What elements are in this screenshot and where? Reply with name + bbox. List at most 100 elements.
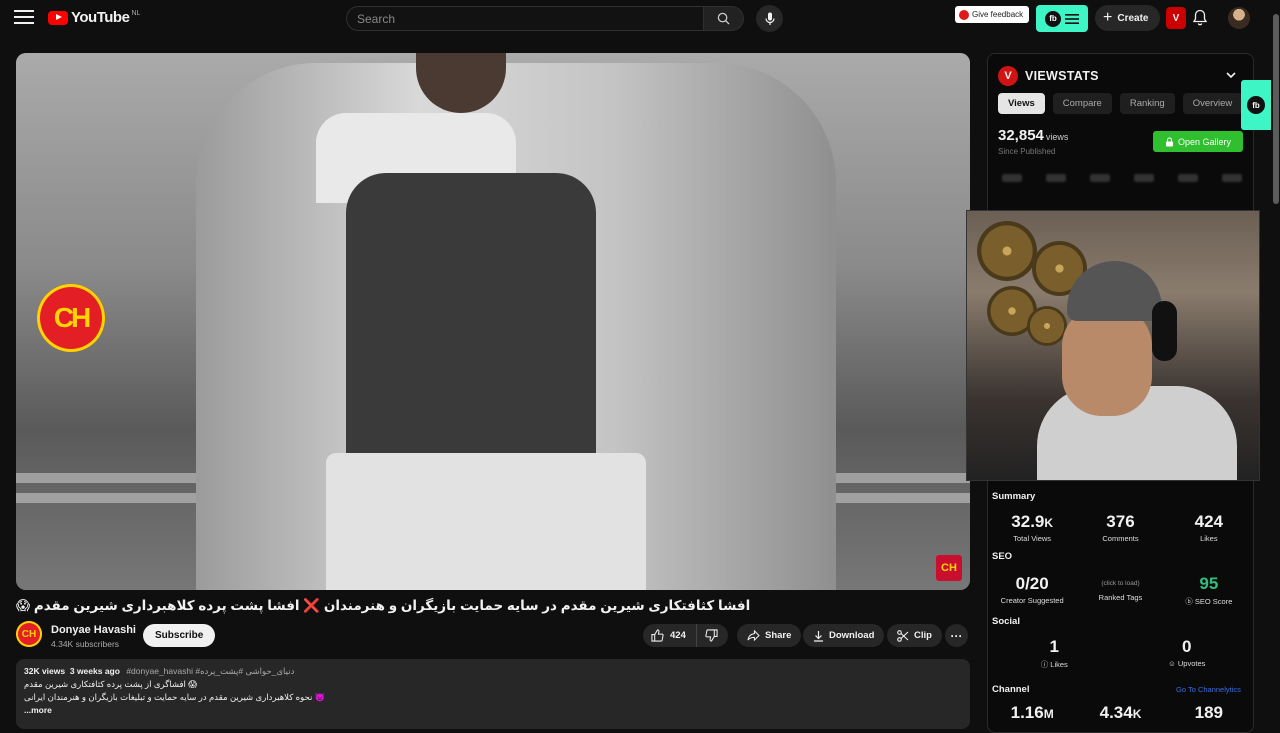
channel-name[interactable]: Donyae Havashi [51,624,136,636]
description-line-2: نحوه کلاهبرداری شیرین مقدم در سایه حمایت… [24,692,326,702]
social-likes-number: 1 [1049,637,1059,656]
share-label: Share [765,630,792,641]
region-code: NL [131,10,141,17]
channel-subs-stat: 4.34K [1076,703,1164,723]
channel-views-number: 1.16 [1010,703,1044,722]
search-bar [346,6,744,31]
channel-videos-stat: 189 [1165,703,1253,723]
description-line-1: افشاگری از پشت پرده کثافتکاری شیرین مقدم… [24,679,198,689]
create-button[interactable]: + Create [1095,5,1161,31]
viewstats-extension-button[interactable]: V [1166,7,1186,29]
since-published: Since Published [998,147,1056,156]
viewstats-title: VIEWSTATS [1025,69,1099,83]
cymbal-decor [1027,306,1067,346]
social-stats: 1 ⓘ Likes 0 ☺ Upvotes [988,637,1253,670]
channel-subs-unit: K [1132,707,1142,721]
channel-avatar[interactable]: CH [16,621,42,647]
total-views-stat: 32.9K Total Views [988,512,1076,543]
channel-watermark[interactable]: CH [936,555,962,581]
upvotes-stat: 0 ☺ Upvotes [1121,637,1254,670]
social-likes-label: ⓘ Likes [1040,660,1068,669]
share-icon [747,630,760,641]
download-button[interactable]: Download [803,624,885,647]
open-gallery-label: Open Gallery [1177,136,1232,147]
video-player[interactable]: CH CH [16,53,970,590]
video-frame-vest [346,173,596,473]
viewstats-logo-icon: V [998,66,1018,86]
video-frame-skirt [326,453,646,590]
upload-age: 3 weeks ago [69,666,120,676]
seo-score-stat: 95 ⓑ SEO Score [1165,574,1253,607]
comments-label: Comments [1102,534,1139,543]
chevron-down-icon[interactable] [1226,70,1236,80]
blurred-chart-axis [1002,174,1242,188]
fb-small-icon: ⓑ [1185,597,1195,606]
download-label: Download [829,630,875,641]
viewstats-view-count: 32,854 views [998,127,1068,144]
channel-views-unit: M [1043,707,1054,721]
channel-views-stat: 1.16M [988,703,1076,723]
like-button[interactable]: 424 [643,624,697,647]
create-label: Create [1117,12,1149,24]
total-views-label: Total Views [1013,534,1052,543]
view-count: 32K views [24,666,66,676]
tab-overview[interactable]: Overview [1182,93,1243,114]
share-button[interactable]: Share [737,624,802,647]
description-box[interactable]: 32K views 3 weeks ago #donyae_havashi #د… [16,659,970,729]
notifications-button[interactable] [1192,9,1210,27]
search-input[interactable] [346,6,704,31]
channel-videos-number: 189 [1194,703,1223,722]
more-actions-button[interactable]: ··· [945,624,968,647]
open-gallery-button[interactable]: Open Gallery [1153,131,1243,152]
info-icon: ⓘ [1040,660,1051,669]
tab-compare[interactable]: Compare [1052,93,1112,114]
cymbal-decor [977,221,1037,281]
scissors-icon [897,629,909,642]
seo-score-number: 95 [1199,574,1219,593]
like-count: 424 [670,630,686,641]
logo-text: YouTube [71,9,130,26]
show-more-link[interactable]: ...more [24,704,962,717]
creator-suggested-number: 0/20 [1015,574,1049,593]
page-scrollbar-thumb[interactable] [1273,14,1279,204]
seo-score-label: ⓑ SEO Score [1185,597,1233,606]
upvotes-label: ☺ Upvotes [1168,659,1206,668]
viewstats-header: V VIEWSTATS [998,66,1099,86]
upvotes-number: 0 [1182,637,1192,656]
tab-ranking[interactable]: Ranking [1119,93,1175,114]
youtube-logo[interactable]: YouTube NL [48,9,140,26]
subscribe-button[interactable]: Subscribe [143,624,216,647]
feedback-icon [959,9,969,20]
webcam-person-headphones [1152,301,1177,361]
feedback-label: Give feedback [972,10,1024,19]
account-avatar[interactable] [1228,7,1250,29]
hashtags[interactable]: #donyae_havashi #دنیای_حواشی #پشت_پرده [126,666,294,676]
plus-icon: + [1103,9,1113,26]
tab-views[interactable]: Views [998,93,1045,114]
give-feedback-button[interactable]: Give feedback [955,6,1030,23]
thumbs-down-icon [705,629,718,642]
seo-stats: 0/20 Creator Suggested (click to load) R… [988,574,1253,607]
summary-stats: 32.9K Total Views 376 Comments 424 Likes [988,512,1253,543]
ranked-tags-stat[interactable]: (click to load) Ranked Tags [1076,574,1164,607]
search-button[interactable] [704,6,744,31]
reddit-icon: ☺ [1168,659,1178,668]
fb-extension-button[interactable]: fb [1036,5,1088,32]
menu-icon[interactable] [14,10,34,26]
clip-button[interactable]: Clip [887,624,942,647]
ranked-tags-hint[interactable]: (click to load) [1076,580,1164,587]
microphone-icon [764,12,775,25]
likes-number: 424 [1194,512,1223,531]
voice-search-button[interactable] [756,5,783,32]
dislike-button[interactable] [697,624,728,647]
channelytics-link[interactable]: Go To Channelytics [1176,685,1241,694]
fb-side-tab[interactable]: fb [1241,80,1271,130]
clip-label: Clip [914,630,932,641]
total-views-unit: K [1044,516,1054,530]
lock-icon [1165,136,1173,146]
fb-logo-icon: fb [1247,96,1265,114]
subscriber-count: 4.34K subscribers [51,639,120,649]
likes-stat: 424 Likes [1165,512,1253,543]
video-title: افشا کثافتکاری شیرین مقدم در سایه حمایت … [16,598,751,613]
description-meta: 32K views 3 weeks ago #donyae_havashi #د… [24,665,962,678]
